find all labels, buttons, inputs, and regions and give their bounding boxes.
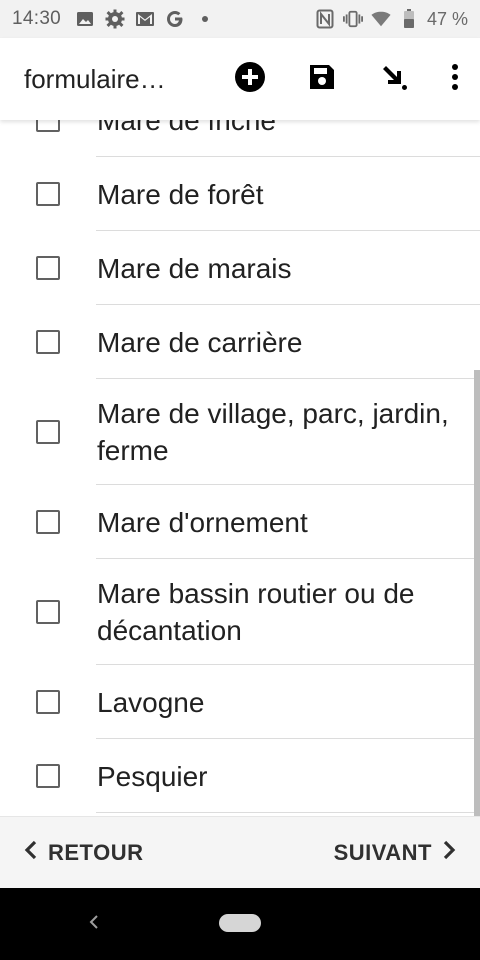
- vibrate-icon: [342, 9, 363, 29]
- list-item-label: Lavogne: [97, 686, 205, 718]
- save-button[interactable]: [286, 38, 358, 120]
- list-item-label: Mare de friche: [97, 120, 276, 136]
- system-back-button[interactable]: [80, 910, 108, 938]
- list-item-label: Mare de marais: [97, 252, 292, 284]
- list-item[interactable]: Mare bassin routier ou de décantation: [0, 559, 480, 665]
- google-icon: [165, 9, 185, 29]
- status-bar: 14:30 47 %: [0, 0, 480, 38]
- app-bar: formulaire…: [0, 38, 480, 120]
- list-item[interactable]: Mare de friche: [0, 120, 480, 157]
- arrow-down-right-icon: [380, 63, 408, 96]
- scrollbar[interactable]: [474, 370, 480, 816]
- list-item[interactable]: Mare de marais: [0, 231, 480, 305]
- checkbox[interactable]: [36, 330, 60, 354]
- add-circle-icon: [234, 61, 266, 98]
- add-button[interactable]: [214, 38, 286, 120]
- gear-icon: [105, 9, 125, 29]
- list-item[interactable]: Pesquier: [0, 739, 480, 813]
- more-vert-icon: [451, 63, 459, 96]
- page-title: formulaire…: [24, 63, 166, 94]
- divider: [96, 812, 480, 813]
- list-item[interactable]: Mare d'ornement: [0, 485, 480, 559]
- list-item-label: Mare bassin routier ou de décantation: [97, 578, 415, 646]
- checkbox[interactable]: [36, 600, 60, 624]
- nfc-icon: [315, 9, 335, 29]
- checkbox[interactable]: [36, 764, 60, 788]
- dot-icon: [195, 9, 215, 29]
- checkbox[interactable]: [36, 510, 60, 534]
- list-item-label: Mare de village, parc, jardin, ferme: [97, 398, 449, 466]
- form-navigation: RETOUR SUIVANT: [0, 816, 480, 888]
- back-label: RETOUR: [48, 839, 144, 865]
- chevron-right-icon: [442, 840, 456, 866]
- list-item[interactable]: Lavogne: [0, 665, 480, 739]
- back-button[interactable]: RETOUR: [0, 817, 144, 889]
- list-item[interactable]: Mare de forêt: [0, 157, 480, 231]
- chevron-left-icon: [89, 914, 99, 935]
- list-item[interactable]: Mare de village, parc, jardin, ferme: [0, 379, 480, 485]
- save-icon: [308, 63, 336, 96]
- mail-icon: [135, 9, 155, 29]
- checkbox-list[interactable]: Mare de friche Mare de forêt Mare de mar…: [0, 120, 480, 816]
- checkbox[interactable]: [36, 182, 60, 206]
- wifi-icon: [371, 9, 391, 29]
- notification-icons: [75, 9, 215, 29]
- system-status-icons: 47 %: [315, 9, 468, 30]
- checkbox[interactable]: [36, 690, 60, 714]
- next-button[interactable]: SUIVANT: [334, 817, 480, 889]
- checkbox[interactable]: [36, 420, 60, 444]
- list-item[interactable]: Mare de carrière: [0, 305, 480, 379]
- battery-icon: [399, 9, 419, 29]
- more-options-button[interactable]: [430, 38, 480, 120]
- app-bar-actions: [214, 38, 480, 120]
- image-icon: [75, 9, 95, 29]
- list-item-label: Mare d'ornement: [97, 506, 308, 538]
- checkbox[interactable]: [36, 256, 60, 280]
- checkbox[interactable]: [36, 120, 60, 132]
- next-label: SUIVANT: [333, 839, 432, 865]
- chevron-left-icon: [24, 840, 38, 866]
- system-home-button[interactable]: [219, 914, 261, 932]
- status-time: 14:30: [12, 8, 62, 29]
- list-item-label: Mare de carrière: [97, 326, 303, 358]
- system-navigation-bar: [0, 888, 480, 960]
- list-item-label: Mare de forêt: [97, 178, 264, 210]
- battery-percent: 47 %: [426, 8, 468, 29]
- list-item-label: Pesquier: [97, 760, 208, 792]
- send-button[interactable]: [358, 38, 430, 120]
